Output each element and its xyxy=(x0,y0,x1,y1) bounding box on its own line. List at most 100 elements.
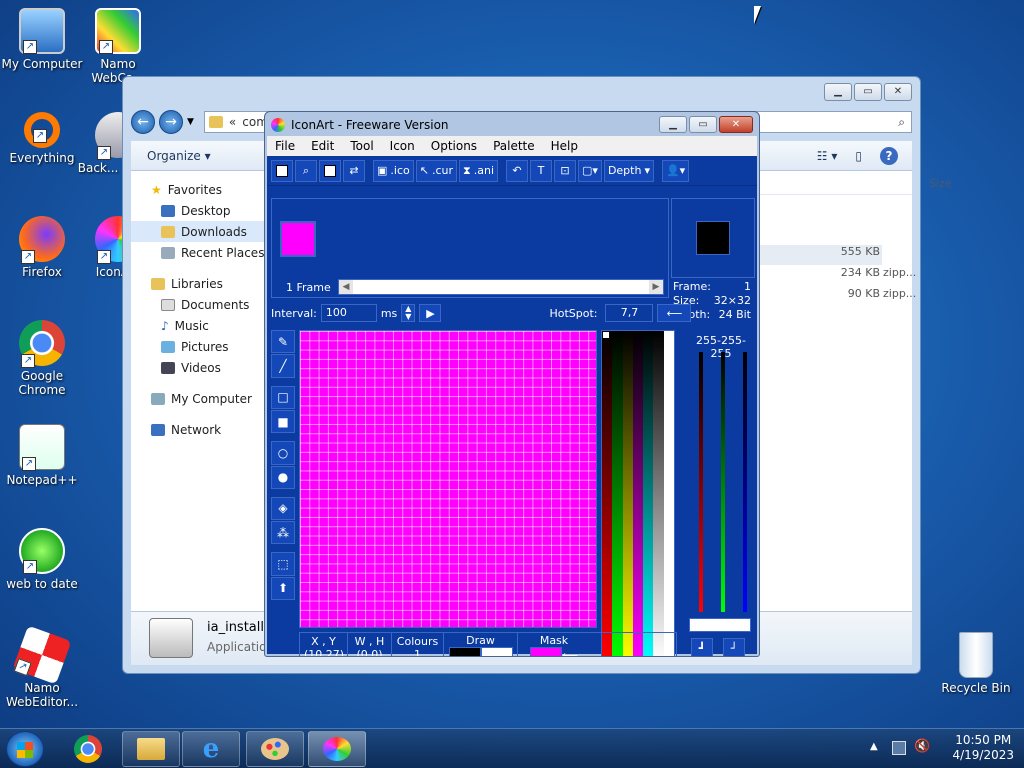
menu-file[interactable]: File xyxy=(267,139,303,153)
clock[interactable]: 10:50 PM 4/19/2023 xyxy=(952,733,1014,763)
nav-my-computer[interactable]: My Computer xyxy=(131,388,270,409)
nav-desktop[interactable]: Desktop xyxy=(131,200,270,221)
undo-button[interactable]: ↶ xyxy=(506,159,529,182)
pencil-tool[interactable]: ✎ xyxy=(271,330,295,354)
taskbar-explorer[interactable] xyxy=(122,731,180,767)
save-cur-button[interactable]: ↖ .cur xyxy=(415,159,458,182)
select-tool[interactable]: ⬚ xyxy=(271,552,295,576)
recent-pages-chevron-icon[interactable]: ▼ xyxy=(187,117,194,127)
computer-small-icon xyxy=(151,392,165,405)
preview-pane-icon[interactable]: ▯ xyxy=(855,149,862,163)
menu-tool[interactable]: Tool xyxy=(342,139,381,153)
copy-color-left-button[interactable]: ┛ xyxy=(691,638,713,656)
hotspot-input[interactable]: 7,7 xyxy=(605,304,654,322)
iconart-titlebar[interactable]: IconArt - Freeware Version xyxy=(271,116,449,134)
view-menu-icon[interactable]: ☷ ▾ xyxy=(817,149,838,163)
interval-input[interactable]: 100 xyxy=(320,304,377,322)
desktop-icon-google-chrome[interactable]: ↗ Google Chrome xyxy=(0,320,84,397)
pixel-canvas[interactable] xyxy=(299,330,597,628)
size-column-header[interactable]: Size xyxy=(929,177,952,190)
spray-tool[interactable]: ⁂ xyxy=(271,521,295,545)
draw-color-primary[interactable] xyxy=(448,647,481,656)
desktop-icon-namo-webcanvas[interactable]: ↗ Namo WebCa... xyxy=(76,8,160,85)
back-button[interactable]: ← xyxy=(131,110,155,134)
text-button[interactable]: T xyxy=(530,159,553,182)
hotspot-set-button[interactable]: ⟵ xyxy=(657,304,692,322)
new-file-button[interactable] xyxy=(271,159,293,182)
new-frame-button[interactable] xyxy=(319,159,341,182)
open-button[interactable]: ⌕ xyxy=(295,159,317,182)
tray-expand-icon[interactable]: ▲ xyxy=(870,741,878,752)
nav-videos[interactable]: Videos xyxy=(131,357,270,378)
copy-color-right-button[interactable]: ┘ xyxy=(723,638,745,656)
user-settings-button[interactable]: 👤▾ xyxy=(661,159,690,182)
undo-icon: ↶ xyxy=(512,164,522,177)
desktop-icon-notepad-plus-plus[interactable]: ↗ Notepad++ xyxy=(0,424,84,487)
line-tool[interactable]: ╱ xyxy=(271,354,295,378)
menu-help[interactable]: Help xyxy=(543,139,586,153)
search-icon[interactable]: ⌕ xyxy=(898,115,905,130)
nav-libraries[interactable]: Libraries xyxy=(131,273,270,294)
menu-options[interactable]: Options xyxy=(423,139,485,153)
nav-recent-places[interactable]: Recent Places xyxy=(131,242,270,263)
save-ani-button[interactable]: ⧗ .ani xyxy=(459,159,499,182)
capture-button[interactable]: ⊡ xyxy=(554,159,577,182)
desktop-icon-namo-webeditor[interactable]: ↗ Namo WebEditor... xyxy=(0,625,84,709)
taskbar-chrome[interactable] xyxy=(68,735,108,765)
nav-music[interactable]: ♪ Music xyxy=(131,315,270,336)
desktop-icon-my-computer[interactable]: ↗ My Computer xyxy=(0,8,84,71)
desktop-icon-firefox[interactable]: ↗ Firefox xyxy=(0,216,84,279)
mask-arrow-icon[interactable]: ⟵ xyxy=(562,649,578,656)
start-button[interactable] xyxy=(6,731,44,767)
menu-edit[interactable]: Edit xyxy=(303,139,342,153)
desktop-icon-web-to-date[interactable]: ↗ web to date xyxy=(0,528,84,591)
frame-thumbnail[interactable] xyxy=(280,221,316,257)
ellipse-tool[interactable]: ○ xyxy=(271,441,295,465)
import-button[interactable]: ⇄ xyxy=(343,159,365,182)
filled-rectangle-tool[interactable]: ■ xyxy=(271,409,295,434)
scroll-right-icon[interactable]: ▶ xyxy=(649,280,663,294)
interval-spinner[interactable]: ▲ ▼ xyxy=(401,304,416,322)
nav-favorites[interactable]: ★ Favorites xyxy=(131,179,270,200)
volume-muted-icon[interactable]: 🔇 xyxy=(914,739,930,754)
move-tool[interactable]: ⬆ xyxy=(271,576,295,601)
nav-documents[interactable]: Documents xyxy=(131,294,270,315)
scroll-left-icon[interactable]: ◀ xyxy=(339,280,353,294)
filled-ellipse-tool[interactable]: ● xyxy=(271,465,295,489)
network-tray-icon[interactable] xyxy=(892,741,906,755)
fill-tool[interactable]: ◈ xyxy=(271,496,295,521)
mask-color[interactable] xyxy=(530,647,563,656)
rectangle-tool[interactable]: □ xyxy=(271,385,295,409)
blue-slider[interactable] xyxy=(743,352,747,612)
iconart-maximize-button[interactable]: ▭ xyxy=(689,116,717,133)
forward-button[interactable]: → xyxy=(159,110,183,134)
iconart-close-button[interactable]: ✕ xyxy=(719,116,753,133)
menu-palette[interactable]: Palette xyxy=(485,139,543,153)
desktop-icon-recycle-bin[interactable]: Recycle Bin xyxy=(934,632,1018,695)
explorer-titlebar[interactable] xyxy=(123,77,920,107)
taskbar-internet-explorer[interactable]: e xyxy=(182,731,240,767)
nav-pictures[interactable]: Pictures xyxy=(131,336,270,357)
save-ico-button[interactable]: ▣ .ico xyxy=(373,159,414,182)
green-slider[interactable] xyxy=(721,352,725,612)
explorer-maximize-button[interactable]: ▭ xyxy=(854,83,882,101)
help-icon[interactable]: ? xyxy=(880,146,898,165)
red-slider[interactable] xyxy=(699,352,703,612)
draw-color-secondary[interactable] xyxy=(480,647,513,656)
taskbar-iconart[interactable] xyxy=(308,731,366,767)
explorer-minimize-button[interactable]: ▁ xyxy=(824,83,852,101)
desktop-icon-everything[interactable]: ↗ Everything xyxy=(0,112,84,165)
play-button[interactable]: ▶ xyxy=(419,304,442,322)
nav-network[interactable]: Network xyxy=(131,419,270,440)
menu-icon[interactable]: Icon xyxy=(382,139,423,153)
iconart-minimize-button[interactable]: ▁ xyxy=(659,116,687,133)
iconart-window[interactable]: IconArt - Freeware Version ▁ ▭ ✕ File Ed… xyxy=(264,111,760,657)
taskbar-paint[interactable] xyxy=(246,731,304,767)
frame-scrollbar[interactable]: ◀ ▶ xyxy=(338,279,664,295)
nav-downloads[interactable]: Downloads xyxy=(131,221,270,242)
frame-size-button[interactable]: ▢▾ xyxy=(578,159,602,182)
organize-button[interactable]: Organize ▾ xyxy=(147,149,211,163)
explorer-close-button[interactable]: ✕ xyxy=(884,83,912,101)
color-palette[interactable] xyxy=(601,330,675,656)
depth-dropdown[interactable]: Depth ▾ xyxy=(603,159,654,182)
